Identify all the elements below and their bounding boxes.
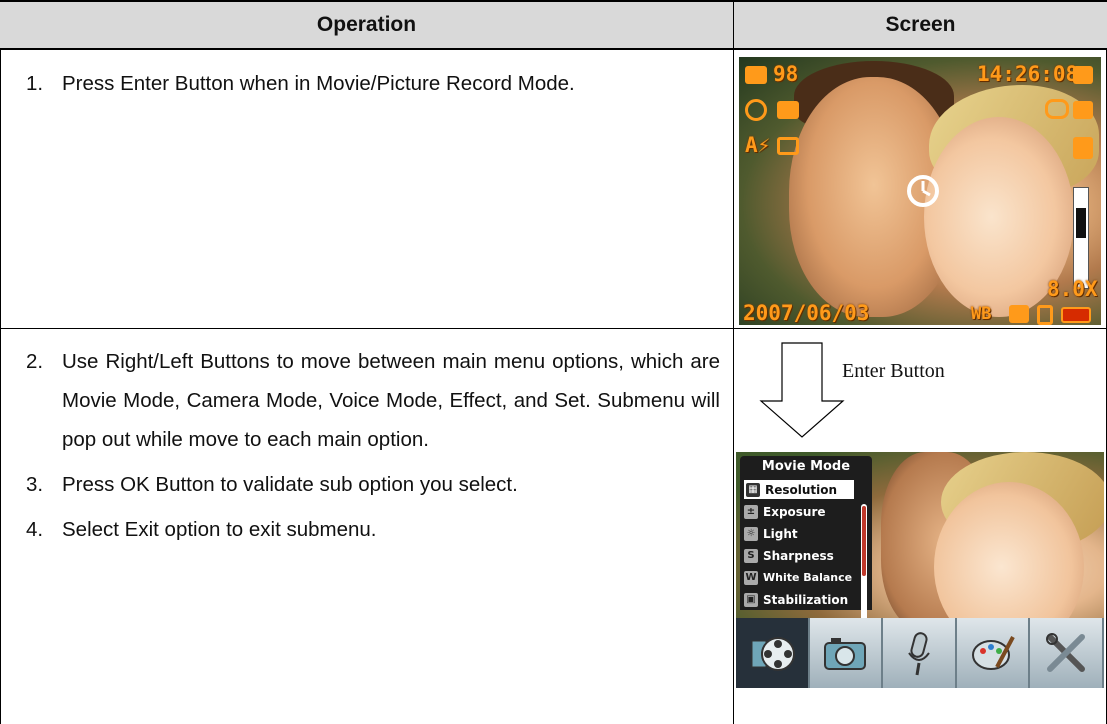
step-number: 3. [26, 473, 44, 496]
header-screen: Screen [733, 0, 1107, 50]
self-timer-icon [907, 175, 939, 207]
movie-mode-menu-screen: Movie Mode ▦ Resolution ± Exposure ☼ Lig… [736, 452, 1104, 688]
macro-icon [777, 101, 799, 119]
menu-item-label: Stabilization [763, 592, 849, 607]
flower-icon [1009, 305, 1029, 323]
menu-scrollbar[interactable] [861, 504, 867, 624]
zoom-level: 8.0X [1047, 277, 1098, 301]
camera-icon [824, 638, 867, 670]
menu-title: Movie Mode [740, 456, 872, 476]
tab-movie-mode[interactable] [736, 618, 810, 688]
tab-set[interactable] [1030, 618, 1104, 688]
menu-item-exposure[interactable]: ± Exposure [744, 502, 826, 521]
camera-preview-screen: 98 14:26:08 A⚡ 8.0X 2007/06/03 WB [739, 57, 1101, 325]
effect-icon [1073, 101, 1093, 119]
exposure-icon: ± [744, 504, 758, 519]
menu-item-resolution[interactable]: ▦ Resolution [744, 480, 854, 499]
steps-row-2: 2. Use Right/Left Buttons to move betwee… [14, 342, 720, 555]
menu-item-label: Resolution [765, 482, 838, 497]
scene-icon [745, 99, 767, 121]
stabilizer-icon [1045, 99, 1069, 119]
menu-panel: ▦ Resolution ± Exposure ☼ Light S Sharpn… [740, 476, 872, 624]
battery-icon [1061, 307, 1091, 323]
arrow-caption: Enter Button [842, 360, 945, 382]
menu-item-label: Sharpness [763, 548, 834, 563]
menu-item-stabilization[interactable]: ▣ Stabilization [744, 590, 848, 609]
step-number: 2. [26, 350, 44, 373]
main-menu-tabs [736, 618, 1104, 688]
tripod-icon [1073, 137, 1093, 159]
shots-remaining: 98 [773, 62, 799, 86]
menu-item-label: White Balance [763, 571, 853, 584]
date-stamp: 2007/06/03 [743, 301, 870, 325]
tab-camera-mode[interactable] [810, 618, 884, 688]
clock-time: 14:26:08 [977, 62, 1079, 86]
burst-icon [777, 137, 799, 155]
step-item: 2. Use Right/Left Buttons to move betwee… [14, 342, 720, 459]
microphone-icon [908, 632, 930, 676]
step-item: 1. Press Enter Button when in Movie/Pict… [14, 64, 720, 103]
zoom-bar [1073, 187, 1089, 289]
menu-item-label: Exposure [763, 504, 826, 519]
stabilization-icon: ▣ [744, 592, 758, 607]
sd-card-icon [1037, 305, 1053, 325]
tab-voice-mode[interactable] [883, 618, 957, 688]
menu-item-white-balance[interactable]: W White Balance [744, 568, 852, 587]
tools-icon [1046, 633, 1086, 672]
record-icon [1073, 66, 1093, 84]
resolution-icon: ▦ [746, 482, 760, 497]
step-item: 3. Press OK Button to validate sub optio… [14, 465, 720, 504]
menu-item-light[interactable]: ☼ Light [744, 524, 798, 543]
menu-item-label: Light [763, 526, 798, 541]
tab-effect[interactable] [957, 618, 1031, 688]
step-text: Press OK Button to validate sub option y… [62, 473, 518, 496]
step-text: Press Enter Button when in Movie/Picture… [62, 72, 575, 95]
step-number: 1. [26, 72, 44, 95]
light-icon: ☼ [744, 526, 758, 541]
flash-auto-icon: A⚡ [745, 133, 771, 157]
camera-mode-icon [745, 66, 767, 84]
step-text: Use Right/Left Buttons to move between m… [62, 350, 720, 451]
palette-icon [971, 636, 1015, 670]
step-text: Select Exit option to exit submenu. [62, 518, 377, 541]
white-balance-icon: W [744, 570, 758, 585]
white-balance-label: WB [971, 304, 992, 324]
down-arrow-icon [759, 342, 845, 438]
step-item: 4. Select Exit option to exit submenu. [14, 510, 720, 549]
steps-row-1: 1. Press Enter Button when in Movie/Pict… [14, 64, 720, 109]
operation-table: Operation Screen 1. Press Enter Button w… [0, 0, 1107, 724]
sharpness-icon: S [744, 548, 758, 563]
header-operation: Operation [0, 0, 733, 50]
step-number: 4. [26, 518, 44, 541]
menu-item-sharpness[interactable]: S Sharpness [744, 546, 834, 565]
movie-reel-icon [751, 637, 795, 671]
